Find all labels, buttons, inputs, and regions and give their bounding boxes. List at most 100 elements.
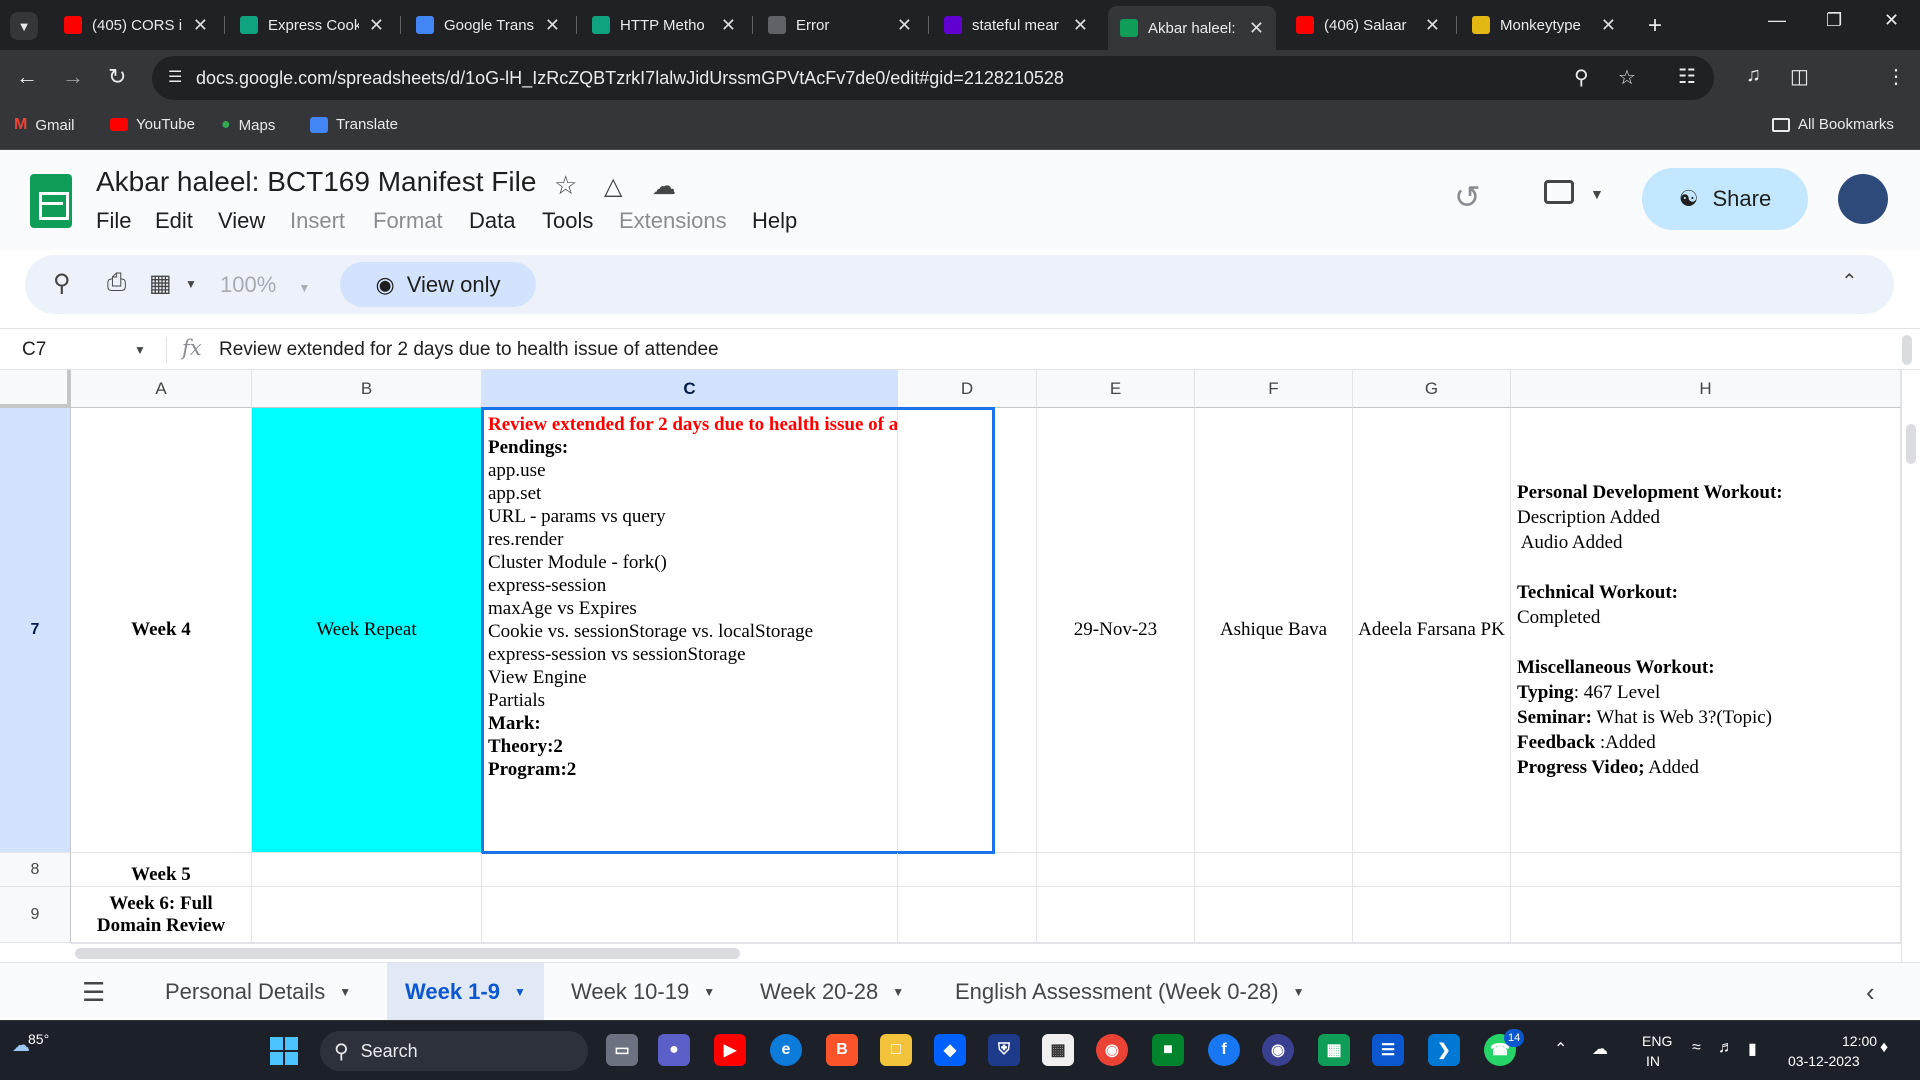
bookmark-maps[interactable]: ● Maps xyxy=(221,116,275,134)
clock-time[interactable]: 12:00 xyxy=(1842,1033,1877,1049)
column-header-h[interactable]: H xyxy=(1511,370,1901,408)
close-tab-icon[interactable]: ✕ xyxy=(721,15,736,36)
store-icon[interactable]: ▦ xyxy=(1042,1034,1074,1066)
close-tab-icon[interactable]: ✕ xyxy=(193,15,208,36)
reload-button[interactable]: ↻ xyxy=(108,64,126,90)
cell-d8[interactable] xyxy=(898,853,1037,887)
cell-b9[interactable] xyxy=(252,887,482,943)
sheet-tab-week-20-28[interactable]: Week 20-28 ▼ xyxy=(742,963,922,1021)
tray-overflow-icon[interactable]: ⌃ xyxy=(1554,1039,1567,1059)
column-header-g[interactable]: G xyxy=(1353,370,1511,408)
dropbox-icon[interactable]: ◆ xyxy=(934,1034,966,1066)
media-control-icon[interactable]: ♫ xyxy=(1746,64,1761,87)
site-info-icon[interactable]: ☰ xyxy=(168,67,182,87)
column-header-e[interactable]: E xyxy=(1037,370,1195,408)
windows-start-icon[interactable] xyxy=(270,1037,298,1065)
column-header-a[interactable]: A xyxy=(71,370,252,408)
forward-button[interactable]: → xyxy=(62,64,84,90)
bookmark-star-icon[interactable]: ☆ xyxy=(1618,65,1636,90)
address-bar[interactable]: ☰ docs.google.com/spreadsheets/d/1oG-lH_… xyxy=(152,56,1714,100)
print-icon[interactable]: ⎙ xyxy=(107,269,126,297)
row-header-7[interactable]: 7 xyxy=(0,408,71,853)
brave-icon[interactable]: B xyxy=(826,1034,858,1066)
all-bookmarks-button[interactable]: All Bookmarks xyxy=(1772,116,1894,133)
chevron-down-icon[interactable]: ▼ xyxy=(134,343,146,357)
chevron-down-icon[interactable]: ▼ xyxy=(1590,186,1604,202)
menu-tools[interactable]: Tools xyxy=(542,208,593,234)
notifications-bell-icon[interactable]: ♦ xyxy=(1880,1039,1888,1057)
move-to-drive-icon[interactable]: △ xyxy=(604,172,622,201)
browser-tab[interactable]: Monkeytype ✕ xyxy=(1460,7,1628,43)
close-window-button[interactable]: ✕ xyxy=(1884,10,1899,31)
close-tab-icon[interactable]: ✕ xyxy=(369,15,384,36)
close-tab-icon[interactable]: ✕ xyxy=(897,15,912,36)
row-header-8[interactable]: 8 xyxy=(0,853,71,887)
horizontal-scrollbar-thumb[interactable] xyxy=(75,948,740,959)
cell-g9[interactable] xyxy=(1353,887,1511,943)
cloud-status-icon[interactable]: ☁ xyxy=(652,172,676,201)
column-header-b[interactable]: B xyxy=(252,370,482,408)
cell-b8[interactable] xyxy=(252,853,482,887)
collapse-toolbar-icon[interactable]: ⌃ xyxy=(1841,269,1858,294)
account-avatar[interactable] xyxy=(1838,174,1888,224)
bookmark-translate[interactable]: Translate xyxy=(310,116,398,133)
clock-date[interactable]: 03-12-2023 xyxy=(1788,1053,1860,1069)
volume-icon[interactable]: ♬ xyxy=(1718,1039,1734,1057)
cell-f7[interactable]: Ashique Bava xyxy=(1195,408,1353,853)
back-button[interactable]: ← xyxy=(16,64,38,90)
cell-d7[interactable] xyxy=(898,408,1037,853)
vertical-scrollbar-track[interactable] xyxy=(1901,370,1920,962)
bookmark-youtube[interactable]: YouTube xyxy=(110,116,195,133)
menu-edit[interactable]: Edit xyxy=(155,208,193,234)
edge-icon[interactable]: e xyxy=(770,1034,802,1066)
sheets-app-icon[interactable]: ▦ xyxy=(1318,1034,1350,1066)
browser-tab[interactable]: Akbar haleel: ✕ xyxy=(1108,6,1276,50)
menu-insert[interactable]: Insert xyxy=(290,208,345,234)
close-tab-icon[interactable]: ✕ xyxy=(1249,18,1264,39)
vertical-scrollbar-thumb[interactable] xyxy=(1906,424,1916,464)
tab-search-button[interactable]: ▼ xyxy=(10,12,38,40)
column-header-c[interactable]: C xyxy=(482,370,898,408)
share-button[interactable]: ☯ Share xyxy=(1642,168,1808,230)
menu-help[interactable]: Help xyxy=(752,208,797,234)
side-panel-icon[interactable]: ◫ xyxy=(1790,64,1809,89)
browser-tab[interactable]: (405) CORS i ✕ xyxy=(52,7,220,43)
close-tab-icon[interactable]: ✕ xyxy=(1601,15,1616,36)
star-icon[interactable]: ☆ xyxy=(554,170,577,201)
close-tab-icon[interactable]: ✕ xyxy=(1073,15,1088,36)
formula-bar-scrollbar[interactable] xyxy=(1902,335,1912,365)
cell-c8[interactable] xyxy=(482,853,898,887)
teams-chat-icon[interactable]: ● xyxy=(658,1034,690,1066)
browser-tab[interactable]: HTTP Metho ✕ xyxy=(580,7,748,43)
scroll-tabs-left-icon[interactable]: ‹ xyxy=(1866,977,1875,1008)
zoom-icon[interactable]: ⚲ xyxy=(1574,65,1589,90)
close-tab-icon[interactable]: ✕ xyxy=(1425,15,1440,36)
browser-menu-icon[interactable]: ⋮ xyxy=(1886,64,1906,89)
close-tab-icon[interactable]: ✕ xyxy=(545,15,560,36)
column-header-f[interactable]: F xyxy=(1195,370,1353,408)
browser-tab[interactable]: Express Cook ✕ xyxy=(228,7,396,43)
name-box[interactable]: C7 xyxy=(22,339,46,361)
bookmark-gmail[interactable]: M Gmail xyxy=(14,116,75,134)
cell-g7[interactable]: Adeela Farsana PK xyxy=(1353,408,1511,853)
file-explorer-icon[interactable]: □ xyxy=(880,1034,912,1066)
menu-view[interactable]: View xyxy=(218,208,265,234)
defender-icon[interactable]: ⛨ xyxy=(988,1034,1020,1066)
sheet-tab-week-1-9[interactable]: Week 1-9 ▼ xyxy=(387,963,544,1021)
browser-app-icon[interactable]: ◉ xyxy=(1262,1034,1294,1066)
cell-b7[interactable]: Week Repeat xyxy=(252,408,482,853)
browser-tab[interactable]: (406) Salaar ✕ xyxy=(1284,7,1452,43)
horizontal-scrollbar-track[interactable] xyxy=(71,943,1901,962)
youtube-app-icon[interactable]: ▶ xyxy=(714,1034,746,1066)
search-menus-icon[interactable]: ⚲ xyxy=(53,269,71,298)
menu-extensions[interactable]: Extensions xyxy=(619,208,727,234)
cell-f8[interactable] xyxy=(1195,853,1353,887)
language-top[interactable]: ENG xyxy=(1642,1033,1672,1049)
document-title[interactable]: Akbar haleel: BCT169 Manifest File xyxy=(96,166,536,198)
vscode-icon[interactable]: ❯ xyxy=(1428,1034,1460,1066)
sheet-tab-personal-details[interactable]: Personal Details ▼ xyxy=(147,963,369,1021)
taskbar-search[interactable]: ⚲ Search xyxy=(320,1031,588,1071)
version-history-icon[interactable]: ↺ xyxy=(1454,178,1481,216)
browser-tab[interactable]: stateful mear ✕ xyxy=(932,7,1100,43)
meet-icon[interactable]: ■ xyxy=(1152,1034,1184,1066)
